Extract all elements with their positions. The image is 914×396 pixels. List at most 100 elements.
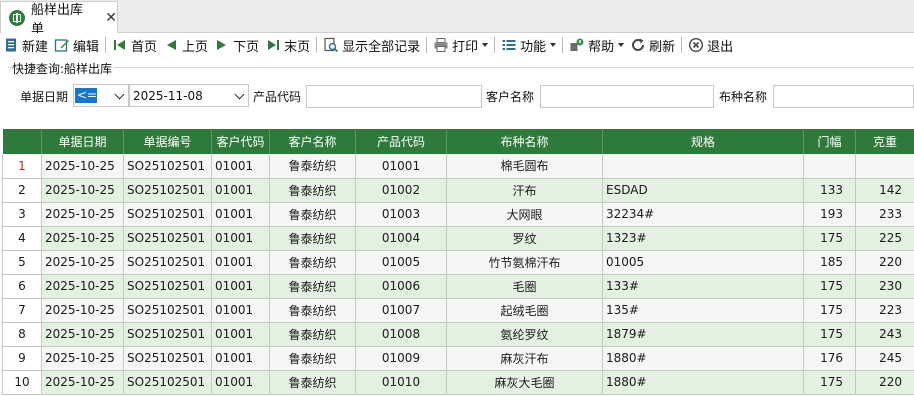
cell-weight[interactable]: 245 [855,346,914,371]
cell-fabric-name[interactable]: 氨纶罗纹 [446,322,603,347]
cell-row-number[interactable]: 2 [2,178,42,203]
table-row[interactable]: 9 2025-10-25 SO25102501 01001 鲁泰纺织 01009 麻灰汗布 1… [2,346,914,371]
cell-width[interactable] [803,154,856,179]
cell-document-number[interactable]: SO25102501 [123,250,212,275]
cell-row-number[interactable]: 1 [2,154,42,179]
column-header-customer-code[interactable]: 客户代码 [211,129,270,154]
cell-customer-name[interactable]: 鲁泰纺织 [269,250,356,275]
cell-fabric-name[interactable]: 罗纹 [446,226,603,251]
cell-customer-code[interactable]: 01001 [211,226,270,251]
print-button[interactable]: 打印 [430,34,491,56]
cell-customer-name[interactable]: 鲁泰纺织 [269,298,356,323]
cell-customer-code[interactable]: 01001 [211,322,270,347]
cell-document-number[interactable]: SO25102501 [123,202,212,227]
table-row[interactable]: 5 2025-10-25 SO25102501 01001 鲁泰纺织 01005 竹节氨棉汗… [2,250,914,275]
cell-width[interactable]: 175 [803,370,856,395]
cell-customer-name[interactable]: 鲁泰纺织 [269,274,356,299]
close-icon[interactable]: ✕ [105,11,117,25]
table-row[interactable]: 1 2025-10-25 SO25102501 01001 鲁泰纺织 01001 棉毛圆布 [2,154,914,179]
cell-product-code[interactable]: 01009 [355,346,447,371]
cell-document-date[interactable]: 2025-10-25 [41,178,124,203]
cell-product-code[interactable]: 01007 [355,298,447,323]
cell-document-date[interactable]: 2025-10-25 [41,154,124,179]
edit-button[interactable]: 编辑 [51,34,102,56]
cell-specification[interactable]: 1323# [602,226,804,251]
cell-specification[interactable]: 1879# [602,322,804,347]
cell-customer-name[interactable]: 鲁泰纺织 [269,202,356,227]
cell-specification[interactable]: 135# [602,298,804,323]
tab-ship-sample-outbound[interactable]: 船样出库单 ✕ [0,1,118,37]
table-row[interactable]: 2 2025-10-25 SO25102501 01001 鲁泰纺织 01002 汗布 ESD… [2,178,914,203]
cell-weight[interactable]: 233 [855,202,914,227]
cell-customer-code[interactable]: 01001 [211,346,270,371]
prev-page-button[interactable]: 上页 [160,34,211,56]
cell-row-number[interactable]: 9 [2,346,42,371]
cell-weight[interactable] [855,154,914,179]
cell-customer-name[interactable]: 鲁泰纺织 [269,154,356,179]
table-row[interactable]: 4 2025-10-25 SO25102501 01001 鲁泰纺织 01004 罗纹 132… [2,226,914,251]
cell-specification[interactable]: ESDAD [602,178,804,203]
cell-row-number[interactable]: 4 [2,226,42,251]
column-header-document-number[interactable]: 单据编号 [123,129,212,154]
cell-document-number[interactable]: SO25102501 [123,154,212,179]
cell-width[interactable]: 185 [803,250,856,275]
cell-document-number[interactable]: SO25102501 [123,346,212,371]
column-header-weight[interactable]: 克重 [855,129,914,154]
cell-width[interactable]: 175 [803,274,856,299]
cell-fabric-name[interactable]: 毛圈 [446,274,603,299]
cell-customer-code[interactable]: 01001 [211,370,270,395]
cell-row-number[interactable]: 5 [2,250,42,275]
cell-document-number[interactable]: SO25102501 [123,178,212,203]
cell-specification[interactable]: 1880# [602,346,804,371]
exit-button[interactable]: 退出 [685,34,736,56]
last-page-button[interactable]: 末页 [262,34,313,56]
cell-row-number[interactable]: 7 [2,298,42,323]
cell-width[interactable]: 193 [803,202,856,227]
refresh-button[interactable]: 刷新 [627,34,678,56]
cell-weight[interactable]: 142 [855,178,914,203]
cell-specification[interactable]: 133# [602,274,804,299]
cell-row-number[interactable]: 8 [2,322,42,347]
cell-document-date[interactable]: 2025-10-25 [41,226,124,251]
cell-document-date[interactable]: 2025-10-25 [41,322,124,347]
cell-document-number[interactable]: SO25102501 [123,322,212,347]
cell-customer-name[interactable]: 鲁泰纺织 [269,346,356,371]
show-all-records-button[interactable]: 显示全部记录 [320,34,423,56]
cell-specification[interactable]: 1880# [602,370,804,395]
cell-fabric-name[interactable]: 汗布 [446,178,603,203]
cell-document-date[interactable]: 2025-10-25 [41,346,124,371]
cell-document-date[interactable]: 2025-10-25 [41,298,124,323]
cell-fabric-name[interactable]: 大网眼 [446,202,603,227]
date-picker[interactable]: 2025-11-08 [129,84,249,107]
cell-product-code[interactable]: 01003 [355,202,447,227]
column-header-customer-name[interactable]: 客户名称 [269,129,356,154]
cell-customer-code[interactable]: 01001 [211,202,270,227]
cell-document-number[interactable]: SO25102501 [123,298,212,323]
table-row[interactable]: 8 2025-10-25 SO25102501 01001 鲁泰纺织 01008 氨纶罗纹 1… [2,322,914,347]
new-button[interactable]: 新建 [0,34,51,56]
column-header-document-date[interactable]: 单据日期 [41,129,124,154]
cell-weight[interactable]: 223 [855,298,914,323]
help-menu-button[interactable]: 帮助 [566,34,627,56]
cell-weight[interactable]: 230 [855,274,914,299]
cell-width[interactable]: 175 [803,226,856,251]
cell-document-date[interactable]: 2025-10-25 [41,250,124,275]
column-header-row-number[interactable] [2,129,42,154]
cell-product-code[interactable]: 01005 [355,250,447,275]
cell-document-date[interactable]: 2025-10-25 [41,370,124,395]
cell-fabric-name[interactable]: 麻灰大毛圈 [446,370,603,395]
cell-product-code[interactable]: 01001 [355,154,447,179]
fabric-name-input[interactable] [773,85,914,108]
table-row[interactable]: 6 2025-10-25 SO25102501 01001 鲁泰纺织 01006 毛圈 133… [2,274,914,299]
cell-width[interactable]: 175 [803,298,856,323]
customer-name-input[interactable] [540,85,714,108]
cell-width[interactable]: 176 [803,346,856,371]
cell-fabric-name[interactable]: 麻灰汗布 [446,346,603,371]
column-header-specification[interactable]: 规格 [602,129,804,154]
cell-customer-name[interactable]: 鲁泰纺织 [269,370,356,395]
cell-row-number[interactable]: 10 [2,370,42,395]
cell-customer-code[interactable]: 01001 [211,178,270,203]
cell-customer-name[interactable]: 鲁泰纺织 [269,226,356,251]
cell-width[interactable]: 175 [803,322,856,347]
cell-weight[interactable]: 220 [855,250,914,275]
